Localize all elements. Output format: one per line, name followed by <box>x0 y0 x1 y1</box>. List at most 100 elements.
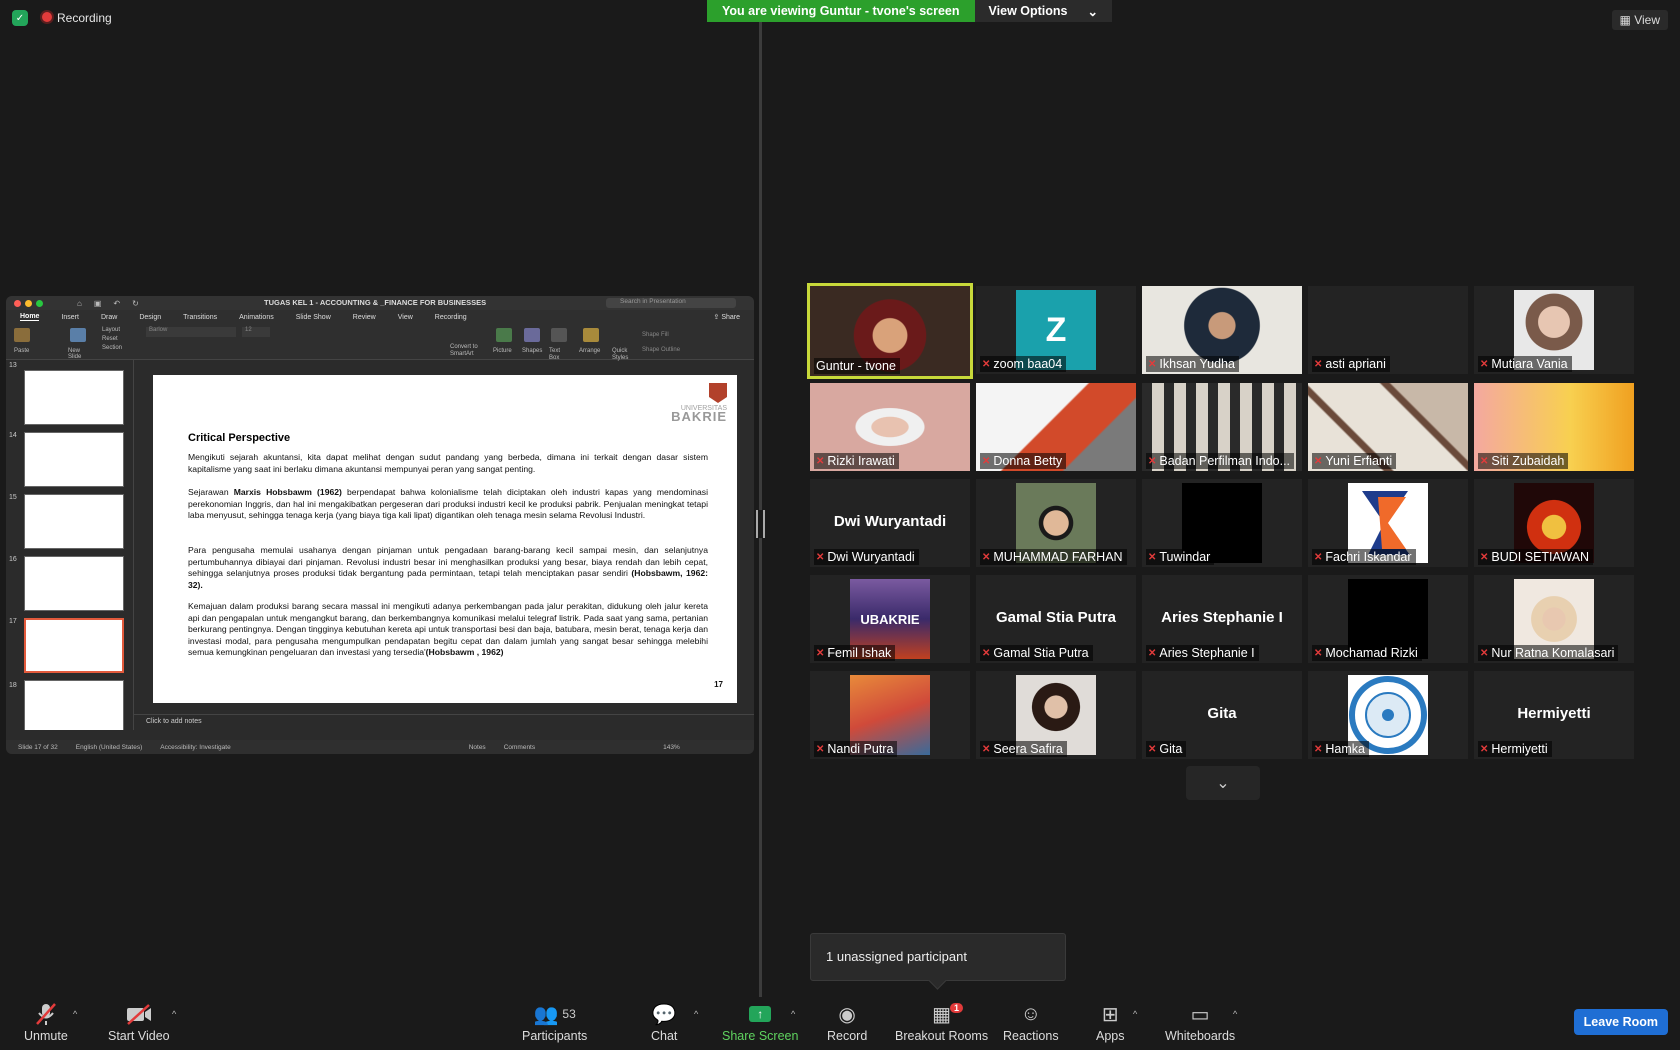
comments-toggle[interactable]: Comments <box>504 744 535 751</box>
participant-tile[interactable]: ✕ Fachri Iskandar <box>1308 479 1468 567</box>
ppt-tab-review[interactable]: Review <box>353 314 376 321</box>
share-screen-button[interactable]: ↑ Share Screen <box>722 1001 798 1043</box>
participant-tile[interactable]: Gamal Stia Putra ✕ Gamal Stia Putra <box>976 575 1136 663</box>
quick-styles-label[interactable]: Quick Styles <box>612 348 636 362</box>
font-size-select[interactable]: 12 <box>242 327 270 337</box>
participant-tile[interactable]: ✕ MUHAMMAD FARHAN <box>976 479 1136 567</box>
participant-tile[interactable]: Aries Stephanie I ✕ Aries Stephanie I <box>1142 575 1302 663</box>
slide-thumbnail-selected[interactable] <box>24 618 124 673</box>
shape-outline-button[interactable]: Shape Outline <box>642 343 680 358</box>
audio-options-caret-icon[interactable]: ^ <box>73 1009 77 1019</box>
shape-fill-button[interactable]: Shape Fill <box>642 328 680 343</box>
participant-tile[interactable]: ✕ Ikhsan Yudha <box>1142 286 1302 374</box>
slide-thumbnail[interactable] <box>24 680 124 730</box>
minimize-window-icon[interactable] <box>25 299 32 307</box>
ppt-search-input[interactable]: Search in Presentation <box>606 298 736 308</box>
notes-toggle[interactable]: Notes <box>469 744 486 751</box>
video-options-caret-icon[interactable]: ^ <box>172 1009 176 1019</box>
view-options-button[interactable]: View Options ⌄ <box>974 0 1112 22</box>
unmute-button[interactable]: Unmute <box>24 1001 68 1043</box>
participant-tile[interactable]: ✕ Seera Safira <box>976 671 1136 759</box>
leave-room-button[interactable]: Leave Room <box>1573 1009 1668 1035</box>
participant-tile[interactable]: Guntur - tvone <box>807 283 973 379</box>
participant-tile[interactable]: Dwi Wuryantadi ✕ Dwi Wuryantadi <box>810 479 970 567</box>
participant-tile[interactable]: Gita ✕ Gita <box>1142 671 1302 759</box>
participant-tile[interactable]: ✕ Tuwindar <box>1142 479 1302 567</box>
slide-thumbnail[interactable] <box>24 494 124 549</box>
slide-notes-field[interactable]: Click to add notes <box>134 714 754 730</box>
redo-icon[interactable]: ↻ <box>132 299 139 308</box>
convert-smartart-label[interactable]: Convert to SmartArt <box>450 344 484 358</box>
view-button[interactable]: ▦ View <box>1611 10 1668 30</box>
ppt-tab-animations[interactable]: Animations <box>239 314 274 321</box>
participant-tile[interactable]: ✕ BUDI SETIAWAN <box>1474 479 1634 567</box>
participant-tile[interactable]: ✕ Donna Betty <box>976 383 1136 471</box>
participant-tile[interactable]: ✕ asti apriani <box>1308 286 1468 374</box>
ppt-tab-transitions[interactable]: Transitions <box>183 314 217 321</box>
security-shield-icon[interactable]: ✓ <box>12 10 28 26</box>
participant-tile[interactable]: ✕ Yuni Erfianti <box>1308 383 1468 471</box>
ppt-tab-view[interactable]: View <box>398 314 413 321</box>
arrange-icon[interactable] <box>583 328 599 342</box>
participant-tile[interactable]: ✕ Siti Zubaidah <box>1474 383 1634 471</box>
participant-tile[interactable]: ✕ Badan Perfilman Indo... <box>1142 383 1302 471</box>
ppt-share-button[interactable]: ⇪ Share <box>714 313 741 321</box>
muted-mic-icon: ✕ <box>982 455 991 467</box>
new-slide-icon[interactable] <box>70 328 86 342</box>
ppt-tab-design[interactable]: Design <box>139 314 161 321</box>
breakout-rooms-button[interactable]: ▦ 1 Breakout Rooms <box>895 1001 988 1043</box>
accessibility-status[interactable]: Accessibility: Investigate <box>160 744 230 751</box>
ppt-tab-home[interactable]: Home <box>20 313 40 321</box>
share-options-caret-icon[interactable]: ^ <box>791 1009 795 1019</box>
split-drag-handle[interactable] <box>756 510 765 538</box>
participants-button[interactable]: 👥 53 Participants <box>522 1001 587 1044</box>
reactions-button[interactable]: ☺ Reactions <box>1003 1001 1059 1044</box>
ppt-tab-insert[interactable]: Insert <box>61 314 79 321</box>
reset-button[interactable]: Reset <box>102 335 122 344</box>
close-window-icon[interactable] <box>14 299 21 307</box>
apps-options-caret-icon[interactable]: ^ <box>1133 1009 1137 1019</box>
participant-tile[interactable]: ✕ Rizki Irawati <box>810 383 970 471</box>
picture-icon[interactable] <box>496 328 512 342</box>
font-family-select[interactable]: Barlow <box>146 327 236 337</box>
participant-tile[interactable]: ✕ Nandi Putra <box>810 671 970 759</box>
text-box-icon[interactable] <box>551 328 567 342</box>
ppt-tab-slide-show[interactable]: Slide Show <box>296 314 331 321</box>
whiteboards-button[interactable]: ▭ Whiteboards <box>1165 1001 1235 1044</box>
participant-tile[interactable]: ✕ Hamka <box>1308 671 1468 759</box>
ppt-tab-recording[interactable]: Recording <box>435 314 467 321</box>
slide-thumbnail[interactable] <box>24 556 124 611</box>
participant-tile[interactable]: ✕ Nur Ratna Komalasari <box>1474 575 1634 663</box>
slide-thumbnail[interactable] <box>24 370 124 425</box>
paste-label: Paste <box>14 348 30 354</box>
chat-options-caret-icon[interactable]: ^ <box>694 1009 698 1019</box>
maximize-window-icon[interactable] <box>36 299 43 307</box>
slide-thumbnail[interactable] <box>24 432 124 487</box>
language-status[interactable]: English (United States) <box>76 744 142 751</box>
paste-icon[interactable] <box>14 328 30 342</box>
current-slide[interactable]: UNIVERSITAS BAKRIE Critical Perspective … <box>153 375 737 703</box>
recording-indicator[interactable]: Recording <box>42 11 112 25</box>
participant-tile[interactable]: UBAKRIE ✕ Femil Ishak <box>810 575 970 663</box>
unassigned-participant-tooltip[interactable]: 1 unassigned participant <box>810 933 1066 981</box>
start-video-button[interactable]: Start Video <box>108 1001 170 1043</box>
record-button[interactable]: ◉ Record <box>827 1001 867 1044</box>
participant-tile[interactable]: Z ✕ zoom baa04 <box>976 286 1136 374</box>
layout-button[interactable]: Layout <box>102 326 122 335</box>
undo-icon[interactable]: ↶ <box>113 299 120 308</box>
save-icon[interactable]: ▣ <box>94 299 102 308</box>
home-icon[interactable]: ⌂ <box>77 299 82 308</box>
shapes-icon[interactable] <box>524 328 540 342</box>
chat-button[interactable]: 💬 Chat <box>651 1001 677 1044</box>
ppt-tab-draw[interactable]: Draw <box>101 314 117 321</box>
whiteboards-options-caret-icon[interactable]: ^ <box>1233 1009 1237 1019</box>
participant-tile[interactable]: Hermiyetti ✕ Hermiyetti <box>1474 671 1634 759</box>
participant-tile[interactable]: ✕ Mochamad Rizki <box>1308 575 1468 663</box>
gallery-next-page-button[interactable]: ⌄ <box>1186 766 1260 800</box>
section-button[interactable]: Section <box>102 344 122 353</box>
participant-tile[interactable]: ✕ Mutiara Vania <box>1474 286 1634 374</box>
slide-thumbnails-panel[interactable]: 13 14 15 16 17 18 <box>6 360 134 730</box>
apps-button[interactable]: ⊞ Apps <box>1096 1001 1125 1044</box>
zoom-level[interactable]: 143% <box>663 744 680 751</box>
shared-screen-powerpoint[interactable]: ⌂ ▣ ↶ ↻ TUGAS KEL 1 - ACCOUNTING & _FINA… <box>6 296 754 754</box>
